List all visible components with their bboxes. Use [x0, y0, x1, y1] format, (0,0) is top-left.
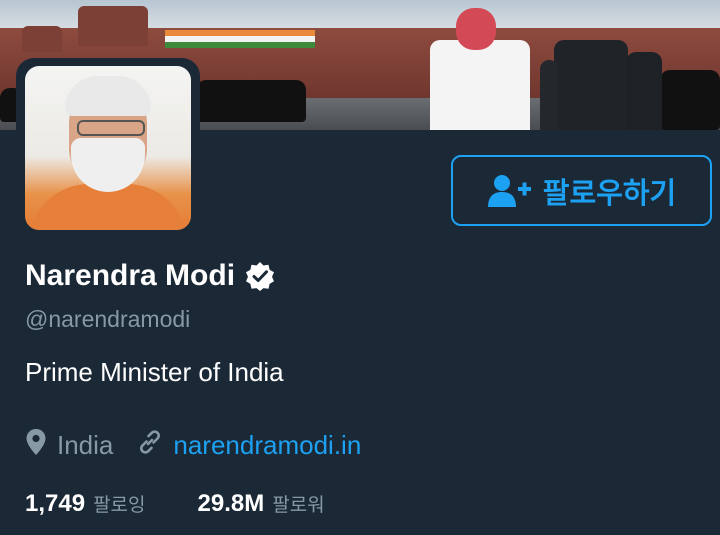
banner-person: [554, 40, 628, 130]
following-label: 팔로잉: [93, 494, 146, 516]
banner-car: [196, 80, 306, 122]
link-icon: [137, 429, 163, 462]
profile-meta-row: India narendramodi.in: [25, 428, 361, 463]
banner-person: [430, 40, 530, 130]
banner-car: [660, 70, 720, 130]
verified-badge-icon: [245, 261, 275, 291]
avatar-hair: [65, 76, 151, 116]
banner-person: [540, 60, 558, 130]
avatar-glasses: [77, 120, 145, 136]
location-text: India: [57, 430, 114, 460]
banner-tower: [22, 26, 62, 52]
follow-button[interactable]: 팔로우하기: [451, 155, 712, 226]
banner-flag-band: [165, 42, 315, 48]
following-stat[interactable]: 1,749 팔로잉: [25, 490, 146, 518]
following-count: 1,749: [25, 490, 86, 517]
banner-person-head: [456, 8, 496, 50]
location-pin-icon: [25, 428, 47, 463]
followers-count: 29.8M: [197, 490, 265, 517]
profile-name-row: Narendra Modi: [25, 256, 275, 296]
followers-stat[interactable]: 29.8M 팔로워: [198, 490, 325, 518]
profile-location: India: [25, 428, 113, 463]
follow-button-label: 팔로우하기: [542, 177, 677, 210]
profile-website[interactable]: narendramodi.in: [137, 429, 361, 462]
profile-name: Narendra Modi: [25, 259, 236, 292]
banner-person: [626, 52, 662, 130]
banner-tower: [78, 6, 148, 46]
add-user-icon: [487, 173, 533, 209]
profile-avatar[interactable]: [25, 66, 191, 230]
profile-handle: @narendramodi: [25, 306, 191, 332]
profile-bio: Prime Minister of India: [25, 357, 284, 387]
website-link[interactable]: narendramodi.in: [173, 430, 361, 461]
profile-stats: 1,749 팔로잉 29.8M 팔로워: [25, 490, 325, 518]
followers-label: 팔로워: [272, 494, 325, 516]
